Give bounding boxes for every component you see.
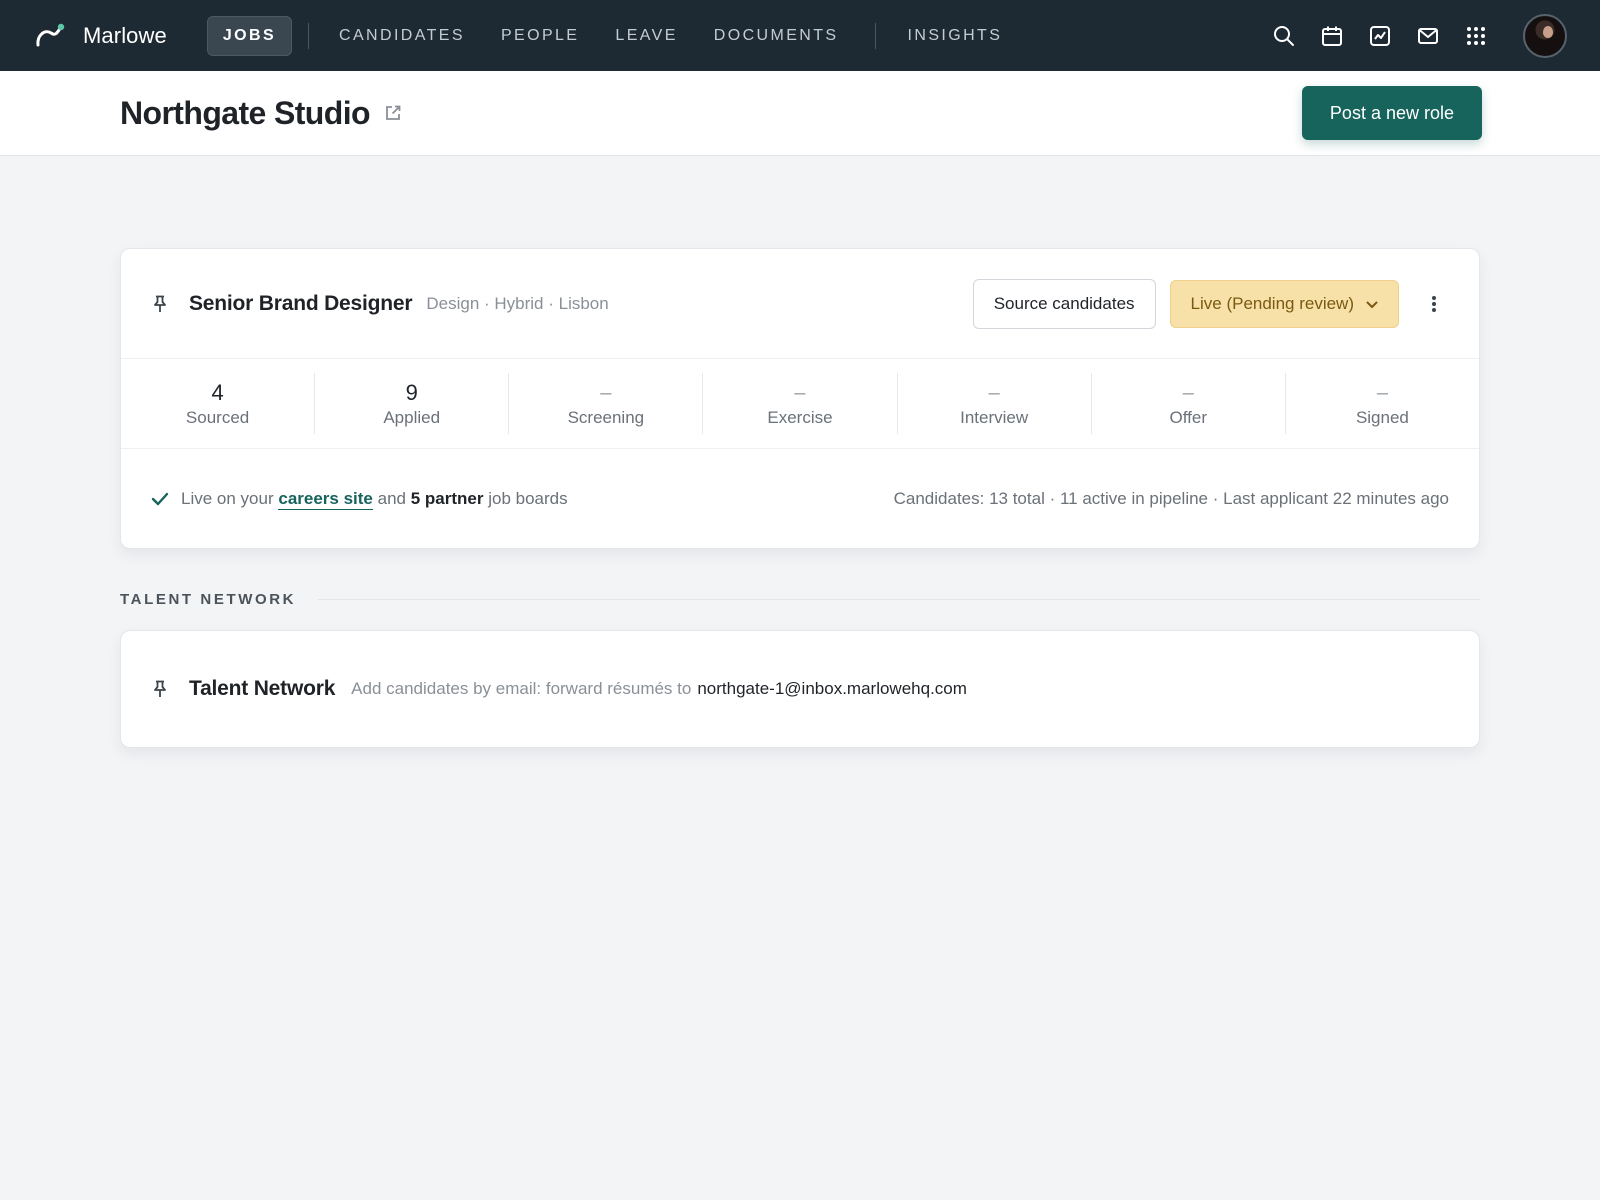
talent-network-title[interactable]: Talent Network bbox=[189, 677, 335, 701]
stage-count: – bbox=[1376, 381, 1388, 404]
main-content: Senior Brand Designer Design · Hybrid · … bbox=[0, 156, 1600, 748]
stage-count: 4 bbox=[211, 379, 224, 405]
pin-icon[interactable] bbox=[151, 294, 169, 314]
mail-icon[interactable] bbox=[1415, 23, 1441, 49]
nav-leave[interactable]: LEAVE bbox=[599, 17, 693, 55]
stage-sourced[interactable]: 4 Sourced bbox=[121, 373, 316, 434]
apps-grid-icon[interactable] bbox=[1463, 23, 1489, 49]
job-meta: Design · Hybrid · Lisbon bbox=[426, 293, 609, 313]
stage-count: – bbox=[1182, 381, 1194, 404]
nav-insights[interactable]: INSIGHTS bbox=[892, 17, 1019, 55]
stage-label: Interview bbox=[960, 407, 1029, 427]
pin-icon[interactable] bbox=[151, 679, 169, 699]
stage-applied[interactable]: 9 Applied bbox=[315, 373, 510, 434]
careers-site-link[interactable]: careers site bbox=[278, 488, 373, 510]
chevron-down-icon bbox=[1366, 294, 1378, 314]
stage-label: Sourced bbox=[185, 407, 250, 427]
job-status-dropdown[interactable]: Live (Pending review) bbox=[1169, 279, 1399, 328]
job-card-footer: Live on your careers site and 5 partner … bbox=[121, 449, 1479, 548]
marlowe-logo-icon bbox=[33, 19, 67, 53]
calendar-icon[interactable] bbox=[1319, 23, 1345, 49]
nav-divider bbox=[874, 22, 876, 49]
user-avatar[interactable] bbox=[1523, 13, 1567, 58]
job-title[interactable]: Senior Brand Designer bbox=[189, 292, 413, 316]
page-title: Northgate Studio bbox=[120, 94, 371, 131]
job-card-header: Senior Brand Designer Design · Hybrid · … bbox=[121, 249, 1479, 359]
brand-name: Marlowe bbox=[83, 22, 167, 48]
nav-people[interactable]: PEOPLE bbox=[485, 17, 595, 55]
partner-count: 5 partner bbox=[410, 488, 484, 508]
talent-network-description: Add candidates by email: forward résumés… bbox=[351, 679, 692, 698]
stage-exercise[interactable]: – Exercise bbox=[703, 373, 898, 434]
nav-documents[interactable]: DOCUMENTS bbox=[698, 17, 855, 55]
nav-jobs[interactable]: JOBS bbox=[206, 15, 293, 56]
stage-offer[interactable]: – Offer bbox=[1092, 373, 1286, 434]
brand[interactable]: Marlowe bbox=[33, 19, 167, 53]
talent-network-card: Talent Network Add candidates by email: … bbox=[120, 630, 1480, 748]
external-link-icon[interactable] bbox=[384, 103, 404, 123]
stage-interview[interactable]: – Interview bbox=[898, 373, 1092, 434]
live-prefix: Live on your bbox=[181, 488, 274, 508]
job-card: Senior Brand Designer Design · Hybrid · … bbox=[120, 248, 1480, 549]
section-label: TALENT NETWORK bbox=[120, 591, 297, 608]
stage-count: 9 bbox=[405, 379, 418, 405]
talent-network-email[interactable]: northgate-1@inbox.marlowehq.com bbox=[697, 679, 967, 699]
talent-network-section-header: TALENT NETWORK bbox=[120, 591, 1480, 608]
post-new-role-button[interactable]: Post a new role bbox=[1301, 86, 1482, 140]
stage-label: Offer bbox=[1169, 407, 1208, 427]
more-options-icon[interactable] bbox=[1419, 289, 1449, 319]
check-icon bbox=[151, 489, 171, 509]
stage-count: – bbox=[600, 381, 612, 404]
stage-count: – bbox=[988, 381, 1000, 404]
stage-label: Screening bbox=[567, 407, 645, 427]
stage-count: – bbox=[794, 381, 806, 404]
boards-suffix: job boards bbox=[488, 488, 568, 508]
job-actions: Source candidates Live (Pending review) bbox=[972, 278, 1449, 329]
stage-screening[interactable]: – Screening bbox=[509, 373, 704, 434]
stage-label: Exercise bbox=[767, 407, 833, 427]
stage-label: Signed bbox=[1355, 407, 1409, 427]
page-header: Northgate Studio Post a new role bbox=[0, 71, 1600, 156]
live-and: and bbox=[377, 488, 406, 508]
pipeline-stages: 4 Sourced 9 Applied – Screening – Exerci… bbox=[121, 359, 1479, 449]
main-nav: JOBS CANDIDATES PEOPLE LEAVE DOCUMENTS I… bbox=[206, 0, 1022, 71]
top-tools bbox=[1271, 13, 1567, 58]
stage-label: Applied bbox=[383, 407, 441, 427]
stage-signed[interactable]: – Signed bbox=[1286, 373, 1479, 434]
section-divider bbox=[318, 599, 1480, 600]
nav-candidates[interactable]: CANDIDATES bbox=[323, 17, 481, 55]
source-candidates-button[interactable]: Source candidates bbox=[972, 278, 1156, 329]
top-navigation-bar: Marlowe JOBS CANDIDATES PEOPLE LEAVE DOC… bbox=[0, 0, 1600, 71]
job-status-label: Live (Pending review) bbox=[1190, 293, 1354, 313]
chart-icon[interactable] bbox=[1367, 23, 1393, 49]
live-status-text: Live on your careers site and 5 partner … bbox=[181, 488, 568, 510]
nav-divider bbox=[308, 22, 310, 49]
candidates-summary: Candidates: 13 total · 11 active in pipe… bbox=[893, 488, 1449, 508]
search-icon[interactable] bbox=[1271, 23, 1297, 49]
